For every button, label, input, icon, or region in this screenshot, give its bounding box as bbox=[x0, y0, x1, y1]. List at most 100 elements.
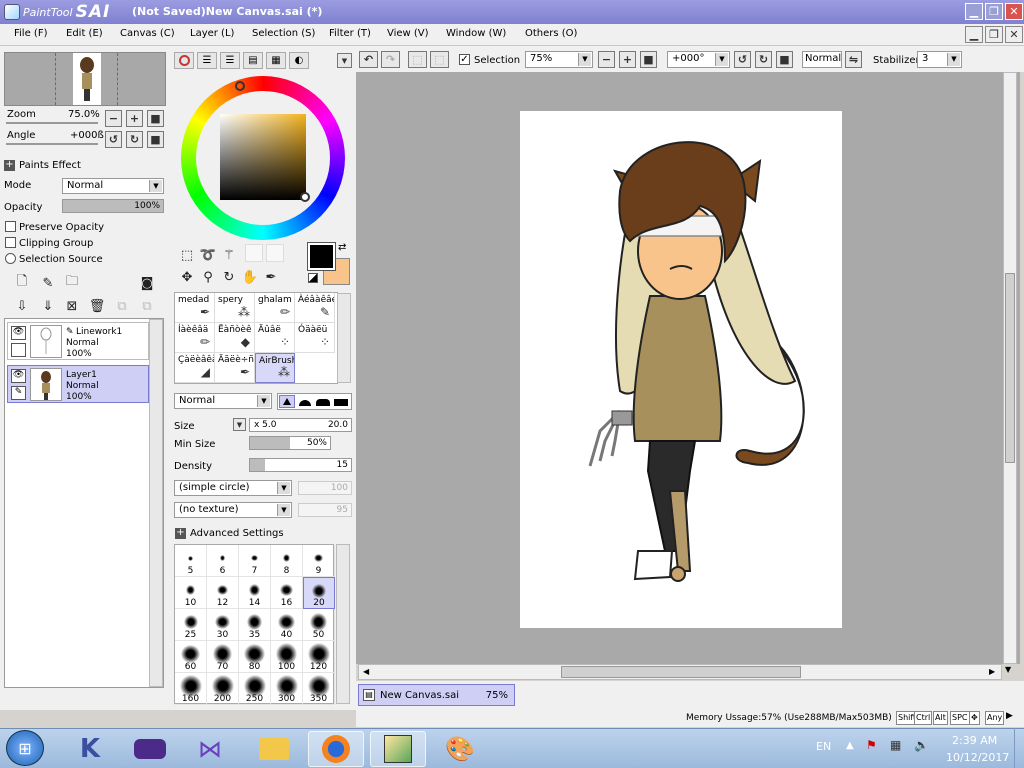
scroll-right-icon[interactable]: ▶ bbox=[989, 667, 995, 676]
language-indicator[interactable]: EN bbox=[816, 740, 831, 753]
drawing-canvas[interactable] bbox=[520, 111, 842, 628]
brush-size-cell[interactable]: 30 bbox=[207, 609, 239, 641]
tray-expand-icon[interactable]: ▲ bbox=[846, 740, 854, 751]
brush-size-cell[interactable]: 6 bbox=[207, 545, 239, 577]
brush-edit-icon[interactable]: ✎ bbox=[11, 386, 26, 400]
lasso-icon[interactable]: ➰ bbox=[198, 245, 218, 265]
brush-8[interactable]: Óäàëü ⁘ bbox=[295, 323, 335, 353]
navigator-preview[interactable] bbox=[4, 52, 166, 106]
magic-wand-icon[interactable]: ⚚ bbox=[219, 245, 239, 265]
zoom-reset-button[interactable]: ■ bbox=[147, 110, 164, 127]
rotate-reset-button[interactable]: ■ bbox=[147, 131, 164, 148]
zoom-select[interactable]: 75% ▼ bbox=[525, 51, 593, 68]
brush-size-cell[interactable]: 9 bbox=[303, 545, 335, 577]
toolbar-rotate-reset-button[interactable]: ■ bbox=[776, 51, 793, 68]
show-desktop-button[interactable] bbox=[1014, 728, 1024, 768]
brush-7[interactable]: Äûâë ⁘ bbox=[255, 323, 295, 353]
taskbar-k-app-icon[interactable]: K bbox=[62, 731, 118, 767]
brush-size-cell[interactable]: 300 bbox=[271, 673, 303, 705]
taskbar-folder-icon[interactable] bbox=[246, 731, 302, 767]
doc-restore-button[interactable]: ❐ bbox=[985, 26, 1003, 43]
taskbar-paint-tool-sai-icon[interactable] bbox=[370, 731, 426, 767]
eye-icon[interactable]: 👁 bbox=[11, 369, 26, 383]
preserve-opacity-checkbox[interactable] bbox=[5, 221, 16, 232]
clear-layer-icon[interactable]: ⊠ bbox=[62, 296, 82, 316]
brush-texture-select[interactable]: (no texture) ▼ bbox=[174, 502, 292, 518]
alt-key-indicator[interactable]: Alt bbox=[933, 711, 948, 725]
transparent-color-icon[interactable] bbox=[308, 273, 318, 283]
mixer-tab[interactable]: ◐ bbox=[289, 52, 309, 69]
layer-mask-icon[interactable]: ◙ bbox=[137, 273, 157, 293]
tray-flag-icon[interactable]: ⚑ bbox=[866, 738, 877, 752]
redo-icon[interactable]: ↷ bbox=[381, 51, 400, 68]
brush-size-cell[interactable]: 25 bbox=[175, 609, 207, 641]
menu-window[interactable]: Window (W) bbox=[446, 28, 506, 39]
brush-size-cell[interactable]: 5 bbox=[175, 545, 207, 577]
angle-slider[interactable] bbox=[6, 143, 98, 145]
brush-9[interactable]: Çàëèâêà ◢ bbox=[175, 353, 215, 383]
start-button[interactable]: ⊞ bbox=[6, 730, 44, 766]
toolbar-rotate-right-button[interactable]: ↻ bbox=[755, 51, 772, 68]
layer-mode-select[interactable]: Normal ▼ bbox=[62, 178, 164, 194]
document-tab-new-canvas[interactable]: ▤ New Canvas.sai 75% bbox=[358, 684, 515, 706]
brush-size-cell[interactable]: 70 bbox=[207, 641, 239, 673]
apply-mask-icon[interactable]: ⧉ bbox=[112, 296, 132, 316]
menu-view[interactable]: View (V) bbox=[387, 28, 429, 39]
brush-size-cell[interactable]: 35 bbox=[239, 609, 271, 641]
merge-layer-icon[interactable]: ⇓ bbox=[38, 296, 58, 316]
layer-opacity-slider[interactable]: 100% bbox=[62, 199, 164, 213]
brush-size-cell[interactable]: 14 bbox=[239, 577, 271, 609]
doc-minimize-button[interactable]: ▁ bbox=[965, 26, 983, 43]
shape-flat-icon[interactable] bbox=[333, 395, 349, 408]
menu-layer[interactable]: Layer (L) bbox=[190, 28, 234, 39]
rect-select-icon[interactable]: ⬚ bbox=[177, 245, 197, 265]
shape-strength-slider[interactable]: 100 bbox=[298, 481, 352, 495]
clipping-group-checkbox[interactable] bbox=[5, 237, 16, 248]
scroll-left-icon[interactable]: ◀ bbox=[363, 667, 369, 676]
brush-shape-select[interactable]: (simple circle) ▼ bbox=[174, 480, 292, 496]
brush-size-cell[interactable]: 120 bbox=[303, 641, 335, 673]
eye-icon[interactable]: 👁 bbox=[11, 326, 26, 340]
brush-size-cell[interactable]: 16 bbox=[271, 577, 303, 609]
toolbar-zoom-in-button[interactable]: + bbox=[619, 51, 636, 68]
menu-edit[interactable]: Edit (E) bbox=[66, 28, 103, 39]
advanced-settings-header[interactable]: Advanced Settings bbox=[190, 528, 284, 539]
brush-size-cell[interactable]: 250 bbox=[239, 673, 271, 705]
zoom-slider[interactable] bbox=[6, 122, 98, 124]
brush-ghalam[interactable]: ghalam ✏ bbox=[255, 293, 295, 323]
brush-size-scrollbar[interactable] bbox=[336, 544, 350, 704]
expand-plus-icon[interactable]: + bbox=[4, 160, 15, 171]
taskbar-firefox-icon[interactable] bbox=[308, 731, 364, 767]
scroll-down-icon[interactable]: ▼ bbox=[1005, 665, 1011, 674]
rotate-left-button[interactable]: ↺ bbox=[105, 131, 122, 148]
rotate-right-button[interactable]: ↻ bbox=[126, 131, 143, 148]
new-folder-icon[interactable]: 🗀 bbox=[62, 273, 82, 293]
tray-network-icon[interactable]: ▦ bbox=[890, 738, 901, 752]
trash-icon[interactable]: 🗑 bbox=[87, 296, 107, 316]
brush-size-cell[interactable]: 10 bbox=[175, 577, 207, 609]
lock-toggle[interactable] bbox=[11, 343, 26, 357]
canvas-horizontal-scrollbar[interactable]: ◀ ▶ bbox=[358, 664, 1002, 680]
layer-list-scrollbar[interactable] bbox=[149, 319, 163, 687]
canvas-vertical-scrollbar[interactable] bbox=[1003, 72, 1017, 664]
tray-volume-icon[interactable]: 🔈 bbox=[914, 738, 929, 752]
layer-row-linework1[interactable]: 👁 ✎ Linework1 Normal 100% bbox=[7, 322, 149, 360]
brush-size-cell[interactable]: 8 bbox=[271, 545, 303, 577]
primary-color-swatch[interactable] bbox=[307, 242, 336, 271]
horizontal-scroll-thumb[interactable] bbox=[561, 666, 801, 678]
clock-date[interactable]: 10/12/2017 bbox=[946, 751, 1009, 764]
minimize-button[interactable]: ▁ bbox=[965, 3, 983, 20]
expand-plus-icon[interactable]: + bbox=[175, 528, 186, 539]
flip-canvas-icon[interactable]: ⇋ bbox=[845, 51, 862, 68]
menu-selection[interactable]: Selection (S) bbox=[252, 28, 315, 39]
brush-grid-scrollbar[interactable] bbox=[337, 293, 351, 383]
brush-size-cell[interactable]: 60 bbox=[175, 641, 207, 673]
brush-4[interactable]: Àéâàêâé ✎ bbox=[295, 293, 335, 323]
zoom-out-button[interactable]: − bbox=[105, 110, 122, 127]
view-mode-select[interactable]: Normal bbox=[802, 51, 842, 68]
hand-icon[interactable]: ✋ bbox=[240, 267, 260, 287]
ctrl-key-indicator[interactable]: Ctrl bbox=[914, 711, 933, 725]
brush-spery[interactable]: spery ⁂ bbox=[215, 293, 255, 323]
rotate-icon[interactable]: ↻ bbox=[219, 267, 239, 287]
space-key-indicator[interactable]: SPC bbox=[950, 711, 970, 725]
